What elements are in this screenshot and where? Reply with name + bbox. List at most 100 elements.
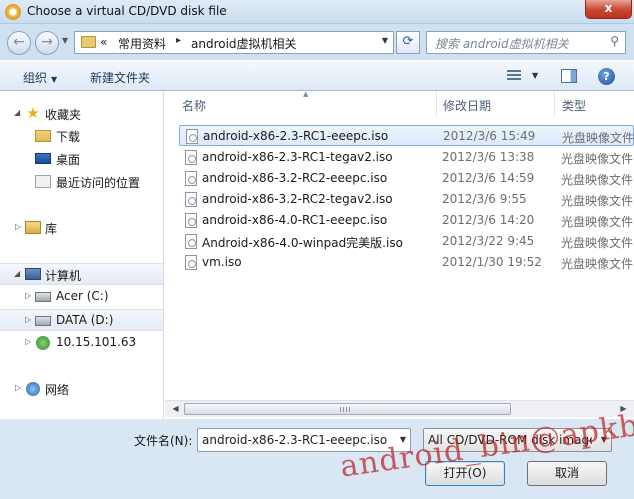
scroll-thumb[interactable]: [184, 403, 511, 415]
column-date[interactable]: 修改日期: [443, 97, 491, 114]
file-list[interactable]: ▲ 名称 修改日期 类型 android-x86-2.3-RC1-eeepc.i…: [165, 90, 634, 419]
expand-arrow-icon[interactable]: ▷: [25, 291, 31, 300]
breadcrumb-common-files[interactable]: 常用资料: [118, 35, 166, 52]
help-icon[interactable]: ?: [598, 68, 615, 85]
address-overflow[interactable]: «: [100, 35, 107, 49]
new-folder-button[interactable]: 新建文件夹: [90, 69, 150, 86]
nav-label-computer: 计算机: [45, 269, 82, 283]
window-title: Choose a virtual CD/DVD disk file: [27, 4, 227, 18]
nav-item-favorites[interactable]: ◢ ★ 收藏夹: [0, 103, 163, 125]
filter-chevron-down-icon[interactable]: ▼: [598, 435, 607, 444]
column-divider[interactable]: [436, 91, 437, 117]
expand-arrow-icon[interactable]: ▷: [15, 222, 21, 231]
expand-arrow-icon[interactable]: ▷: [25, 337, 31, 346]
filename-chevron-down-icon[interactable]: ▼: [400, 435, 406, 444]
file-date: 2012/3/6 14:20: [442, 213, 535, 227]
column-divider[interactable]: [554, 91, 555, 117]
address-bar[interactable]: « 常用资料 ▸ android虚拟机相关 ▼: [74, 31, 394, 54]
file-row[interactable]: android-x86-3.2-RC2-eeepc.iso 2012/3/6 1…: [179, 168, 634, 189]
nav-item-drive-c[interactable]: ▷ Acer (C:): [0, 286, 163, 308]
forward-button[interactable]: →: [35, 31, 59, 55]
file-date: 2012/1/30 19:52: [442, 255, 542, 269]
file-name: Android-x86-4.0-winpad完美版.iso: [202, 236, 403, 250]
nav-label-network-drive: 10.15.101.63: [56, 335, 137, 349]
file-row[interactable]: android-x86-2.3-RC1-eeepc.iso 2012/3/6 1…: [179, 125, 634, 146]
file-date: 2012/3/6 13:38: [442, 150, 535, 164]
nav-item-computer[interactable]: ◢ 计算机: [0, 263, 163, 285]
nav-label-drive-d: DATA (D:): [56, 313, 114, 327]
column-header: ▲ 名称 修改日期 类型: [165, 90, 634, 118]
network-icon: [26, 382, 40, 396]
drive-icon: [35, 292, 51, 302]
expand-arrow-icon[interactable]: ◢: [14, 269, 20, 278]
nav-label-recent: 最近访问的位置: [56, 176, 141, 190]
expand-arrow-icon[interactable]: ▷: [25, 315, 31, 324]
horizontal-scrollbar[interactable]: ◀ ▶: [165, 400, 634, 417]
file-date: 2012/3/6 15:49: [443, 129, 536, 143]
network-drive-icon: [36, 336, 50, 350]
disc-image-icon: [186, 129, 198, 144]
expand-arrow-icon[interactable]: ▷: [15, 383, 21, 392]
virtualbox-icon: [5, 4, 21, 20]
expand-arrow-icon[interactable]: ◢: [14, 108, 20, 117]
breadcrumb-separator[interactable]: ▸: [176, 35, 181, 46]
file-row[interactable]: android-x86-3.2-RC2-tegav2.iso 2012/3/6 …: [179, 189, 634, 210]
command-bar: 组织 ▼ 新建文件夹 ▼ ?: [0, 60, 634, 91]
file-type: 光盘映像文件: [561, 152, 634, 166]
search-input[interactable]: 搜索 android虚拟机相关 ⚲: [426, 31, 626, 54]
disc-image-icon: [185, 150, 197, 165]
filename-input[interactable]: android-x86-2.3-RC1-eeepc.iso ▼: [197, 428, 411, 452]
file-name: android-x86-3.2-RC2-eeepc.iso: [202, 171, 388, 185]
organize-chevron-down-icon: ▼: [51, 75, 58, 84]
disc-image-icon: [185, 213, 197, 228]
breadcrumb-android-vm[interactable]: android虚拟机相关: [191, 35, 297, 52]
nav-item-drive-d[interactable]: ▷ DATA (D:): [0, 309, 163, 331]
back-button[interactable]: ←: [7, 31, 31, 55]
file-row[interactable]: vm.iso 2012/1/30 19:52 光盘映像文件: [179, 252, 634, 273]
drive-icon: [35, 316, 51, 326]
address-row: ← → ▼ « 常用资料 ▸ android虚拟机相关 ▼ ⟳ 搜索 andro…: [0, 24, 634, 60]
column-name[interactable]: 名称: [182, 97, 206, 114]
file-name: vm.iso: [202, 255, 242, 269]
view-chevron-down-icon[interactable]: ▼: [532, 71, 538, 80]
nav-item-desktop[interactable]: 桌面: [0, 148, 163, 170]
nav-item-downloads[interactable]: 下载: [0, 125, 163, 147]
filter-value: All CD/DVD-ROM disk images: [428, 433, 592, 447]
file-type: 光盘映像文件: [561, 236, 634, 250]
refresh-button[interactable]: ⟳: [396, 31, 420, 54]
nav-label-network: 网络: [45, 383, 70, 397]
downloads-folder-icon: [35, 130, 51, 142]
nav-item-recent[interactable]: 最近访问的位置: [0, 171, 163, 193]
file-row[interactable]: Android-x86-4.0-winpad完美版.iso 2012/3/22 …: [179, 231, 634, 252]
column-type[interactable]: 类型: [562, 97, 586, 114]
open-button[interactable]: 打开(O): [425, 461, 505, 486]
file-row[interactable]: android-x86-2.3-RC1-tegav2.iso 2012/3/6 …: [179, 147, 634, 168]
recent-pages-chevron-down-icon[interactable]: ▼: [62, 36, 68, 45]
scroll-left-icon[interactable]: ◀: [167, 401, 184, 417]
cancel-button[interactable]: 取消: [527, 461, 607, 486]
nav-label-drive-c: Acer (C:): [56, 289, 109, 303]
file-date: 2012/3/6 14:59: [442, 171, 535, 185]
file-type: 光盘映像文件: [562, 131, 634, 145]
nav-item-network[interactable]: ▷ 网络: [0, 378, 163, 400]
file-date: 2012/3/22 9:45: [442, 234, 535, 248]
file-row[interactable]: android-x86-4.0-RC1-eeepc.iso 2012/3/6 1…: [179, 210, 634, 231]
organize-menu[interactable]: 组织 ▼: [23, 69, 57, 86]
navigation-pane[interactable]: ◢ ★ 收藏夹 下载 桌面 最近访问的位置 ▷ 库 ◢ 计算机 ▷ Acer (…: [0, 91, 164, 419]
search-placeholder: 搜索 android虚拟机相关: [435, 37, 569, 51]
file-name: android-x86-4.0-RC1-eeepc.iso: [202, 213, 388, 227]
nav-item-network-drive[interactable]: ▷ 10.15.101.63: [0, 332, 163, 354]
close-button[interactable]: x: [585, 0, 632, 19]
preview-pane-icon[interactable]: [561, 69, 577, 83]
nav-item-libraries[interactable]: ▷ 库: [0, 217, 163, 239]
search-icon: ⚲: [610, 34, 619, 48]
address-chevron-down-icon[interactable]: ▼: [382, 36, 388, 45]
view-list-icon[interactable]: [507, 70, 521, 82]
disc-image-icon: [185, 171, 197, 186]
folder-icon: [81, 36, 96, 48]
file-type-filter[interactable]: All CD/DVD-ROM disk images ▼: [423, 428, 612, 452]
scroll-right-icon[interactable]: ▶: [615, 401, 632, 417]
filename-value: android-x86-2.3-RC1-eeepc.iso: [202, 433, 388, 447]
nav-label-libraries: 库: [45, 222, 58, 236]
file-name: android-x86-2.3-RC1-tegav2.iso: [202, 150, 393, 164]
